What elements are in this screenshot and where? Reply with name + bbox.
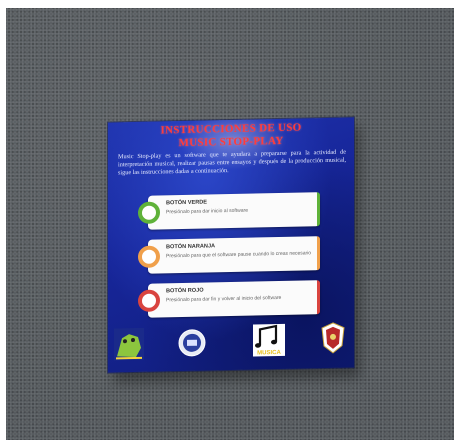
- green-button-desc: Presiónalo para dar inicio al software: [166, 207, 248, 216]
- orange-button-title: BOTÓN NARANJA: [166, 243, 216, 251]
- music-logo: MUSICA: [253, 323, 285, 357]
- poster-title: INSTRUCCIONES DE USO MUSIC STOP-PLAY: [108, 120, 354, 151]
- green-button-card: BOTÓN VERDE Presiónalo para dar inicio a…: [138, 192, 320, 230]
- orange-circle-icon: [138, 245, 160, 268]
- orange-button-card: BOTÓN NARANJA Presiónalo para que el sof…: [138, 236, 320, 274]
- university-seal-logo: [178, 329, 206, 357]
- green-circle-icon: [138, 201, 160, 224]
- green-button-title: BOTÓN VERDE: [166, 199, 208, 207]
- red-button-title: BOTÓN ROJO: [166, 287, 204, 295]
- green-card-edge: [317, 192, 320, 227]
- red-button-card: BOTÓN ROJO Presiónalo para dar fin y vol…: [138, 280, 320, 318]
- green-character-logo: [114, 327, 144, 361]
- crest-logo: [321, 322, 345, 354]
- orange-button-desc: Presiónalo para que el software pause cu…: [166, 250, 312, 260]
- orange-card-edge: [317, 236, 320, 271]
- music-logo-text: MUSICA: [257, 350, 281, 357]
- red-circle-icon: [138, 289, 160, 312]
- red-card-edge: [317, 280, 320, 315]
- red-button-desc: Presiónalo para dar fin y volver al inic…: [166, 294, 282, 304]
- poster-intro-text: Music Stop-play es un software que te ay…: [118, 148, 346, 177]
- instructions-poster: INSTRUCCIONES DE USO MUSIC STOP-PLAY Mus…: [108, 117, 354, 373]
